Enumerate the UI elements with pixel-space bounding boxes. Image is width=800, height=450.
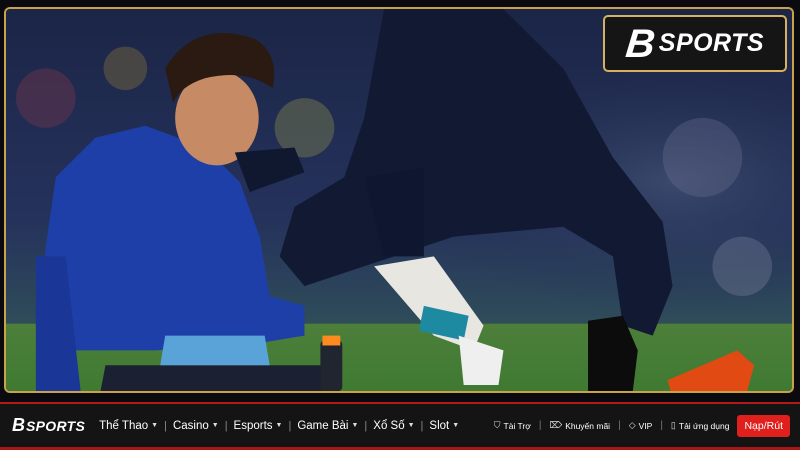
util-separator: | xyxy=(660,420,663,431)
tag-icon: ⌦ xyxy=(549,420,563,430)
menu-item-xo-so[interactable]: Xổ Số ▼ xyxy=(367,420,420,432)
util-vip[interactable]: ◇ VIP xyxy=(629,420,653,431)
util-label: Tải ứng dụng xyxy=(678,420,730,431)
menu-item-esports[interactable]: Esports ▼ xyxy=(228,420,289,432)
menu-item-label: Xổ Số xyxy=(373,419,405,432)
chevron-down-icon: ▼ xyxy=(407,422,415,429)
chevron-down-icon: ▼ xyxy=(452,422,460,429)
deposit-withdraw-button[interactable]: Nạp/Rút xyxy=(737,414,790,437)
navbar-logo[interactable]: B SPORTS xyxy=(12,415,85,436)
menu-item-the-thao[interactable]: Thể Thao ▼ xyxy=(93,420,164,432)
util-label: Khuyến mãi xyxy=(565,420,611,431)
util-promotions[interactable]: ⌦ Khuyến mãi xyxy=(549,420,610,431)
menu-item-label: Game Bài xyxy=(297,419,349,432)
util-sponsor[interactable]: ⛉ Tài Trợ xyxy=(494,420,531,431)
brand-logo-mark: B xyxy=(623,21,656,66)
chevron-down-icon: ▼ xyxy=(151,422,159,429)
shield-icon: ⛉ xyxy=(493,420,501,430)
navbar-logo-mark: B xyxy=(12,415,25,435)
main-menu: Thể Thao ▼ | Casino ▼ | Esports ▼ | Game… xyxy=(93,420,465,432)
menu-item-slot[interactable]: Slot ▼ xyxy=(423,420,465,432)
menu-item-label: Esports xyxy=(233,419,273,432)
chevron-down-icon: ▼ xyxy=(275,422,283,429)
menu-item-label: Slot xyxy=(429,419,450,432)
navbar-logo-text: SPORTS xyxy=(26,417,86,434)
util-label: VIP xyxy=(638,420,653,431)
chevron-down-icon: ▼ xyxy=(211,422,219,429)
diamond-icon: ◇ xyxy=(628,420,636,430)
utility-links: ⛉ Tài Trợ | ⌦ Khuyến mãi | ◇ VIP | ▯ Tải… xyxy=(494,414,790,437)
brand-logo[interactable]: B SPORTS xyxy=(603,15,787,72)
menu-item-casino[interactable]: Casino ▼ xyxy=(167,420,225,432)
bottom-navbar: B SPORTS Thể Thao ▼ | Casino ▼ | Esports… xyxy=(0,402,800,450)
menu-item-game-bai[interactable]: Game Bài ▼ xyxy=(291,420,364,432)
util-separator: | xyxy=(618,420,621,431)
phone-icon: ▯ xyxy=(670,420,676,430)
menu-item-label: Casino xyxy=(172,419,209,432)
chevron-down-icon: ▼ xyxy=(351,422,359,429)
util-separator: | xyxy=(538,420,542,431)
brand-logo-text: SPORTS xyxy=(658,29,765,57)
util-download-app[interactable]: ▯ Tải ứng dụng xyxy=(671,420,730,431)
menu-item-label: Thể Thao xyxy=(99,419,149,432)
util-label: Tài Trợ xyxy=(503,420,531,431)
